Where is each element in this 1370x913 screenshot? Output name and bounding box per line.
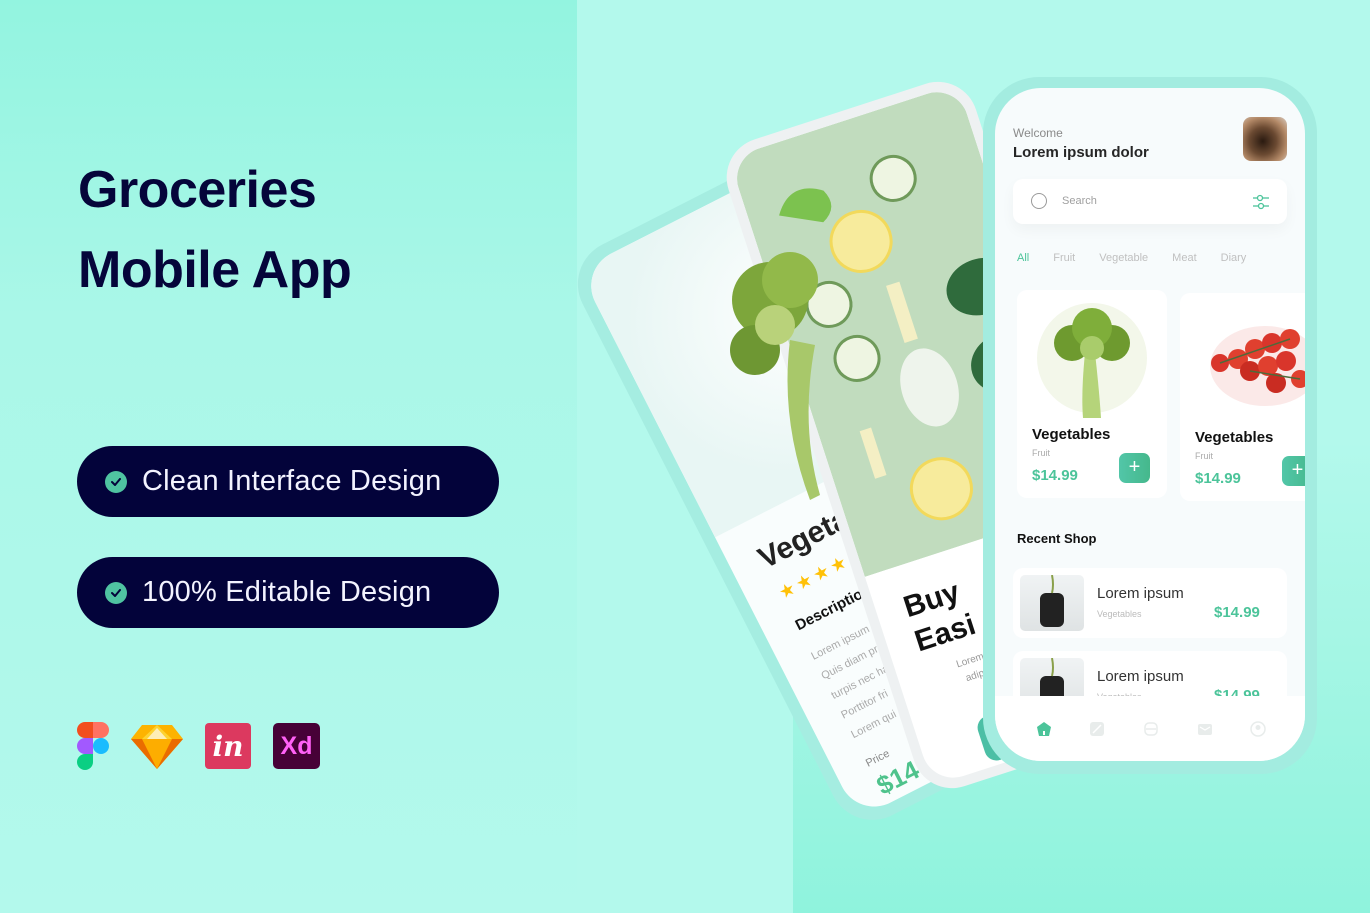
- chart-icon[interactable]: [1089, 721, 1105, 737]
- avatar[interactable]: [1243, 117, 1287, 161]
- tab-vegetable[interactable]: Vegetable: [1099, 252, 1148, 264]
- cherry-tomatoes-image: [1210, 326, 1305, 406]
- figma-icon: [77, 722, 109, 770]
- broccoli-image: [1037, 303, 1147, 418]
- broccoli-image: [730, 252, 820, 500]
- hero-title: Groceries Mobile App: [78, 150, 352, 310]
- product-type: Fruit: [1032, 448, 1050, 458]
- sketch-icon: [131, 725, 183, 769]
- add-to-cart-button[interactable]: +: [1282, 456, 1305, 486]
- search-icon: [1031, 193, 1047, 209]
- product-price: $14.99: [1032, 467, 1078, 484]
- search-bar[interactable]: Search: [1013, 179, 1287, 224]
- product-type: Fruit: [1195, 451, 1213, 461]
- recent-item-name: Lorem ipsum: [1097, 668, 1184, 685]
- home-icon[interactable]: [1036, 721, 1052, 737]
- feature-label: Clean Interface Design: [142, 465, 442, 497]
- feature-pill-editable: 100% Editable Design: [77, 557, 499, 628]
- mail-icon[interactable]: [1197, 721, 1213, 737]
- adobe-xd-label: Xd: [280, 731, 313, 760]
- eggplant-thumbnail: [1020, 575, 1084, 631]
- recent-item-price: $14.99: [1214, 604, 1260, 621]
- check-circle-icon: [105, 470, 127, 493]
- recent-shop-item[interactable]: Lorem ipsum Vegetables $14.99: [1013, 568, 1287, 638]
- recent-shop-heading: Recent Shop: [1017, 531, 1097, 546]
- product-name: Vegetables: [1195, 429, 1274, 446]
- category-tabs: All Fruit Vegetable Meat Diary: [1017, 252, 1270, 264]
- filter-icon[interactable]: [1252, 193, 1270, 211]
- invision-icon: in: [205, 723, 251, 769]
- add-to-cart-button[interactable]: +: [1119, 453, 1150, 483]
- hero-title-line1: Groceries: [78, 161, 317, 219]
- home-screen: Welcome Lorem ipsum dolor Search All Fru…: [995, 88, 1305, 761]
- scan-icon[interactable]: [1143, 721, 1159, 737]
- recent-item-category: Vegetables: [1097, 609, 1142, 619]
- search-input[interactable]: Search: [1062, 195, 1097, 207]
- profile-icon[interactable]: [1250, 720, 1266, 737]
- invision-label: in: [212, 729, 244, 763]
- tab-all[interactable]: All: [1017, 252, 1029, 264]
- product-name: Vegetables: [1032, 426, 1111, 443]
- design-tools: in Xd: [77, 722, 342, 770]
- tab-diary[interactable]: Diary: [1221, 252, 1247, 264]
- check-circle-icon: [105, 581, 127, 604]
- welcome-label: Welcome: [1013, 126, 1063, 140]
- feature-pill-clean-interface: Clean Interface Design: [77, 446, 499, 517]
- tab-fruit[interactable]: Fruit: [1053, 252, 1075, 264]
- product-price: $14.99: [1195, 470, 1241, 487]
- product-card[interactable]: Vegetables Fruit $14.99 +: [1180, 293, 1305, 501]
- bottom-nav: [995, 696, 1305, 761]
- onboarding-headline: Buy Easi: [899, 573, 980, 661]
- tab-meat[interactable]: Meat: [1172, 252, 1196, 264]
- feature-label: 100% Editable Design: [142, 576, 432, 608]
- adobe-xd-icon: Xd: [273, 723, 320, 769]
- hero-title-line2: Mobile App: [78, 241, 352, 299]
- product-card[interactable]: Vegetables Fruit $14.99 +: [1017, 290, 1167, 498]
- user-name: Lorem ipsum dolor: [1013, 144, 1149, 161]
- recent-item-name: Lorem ipsum: [1097, 585, 1184, 602]
